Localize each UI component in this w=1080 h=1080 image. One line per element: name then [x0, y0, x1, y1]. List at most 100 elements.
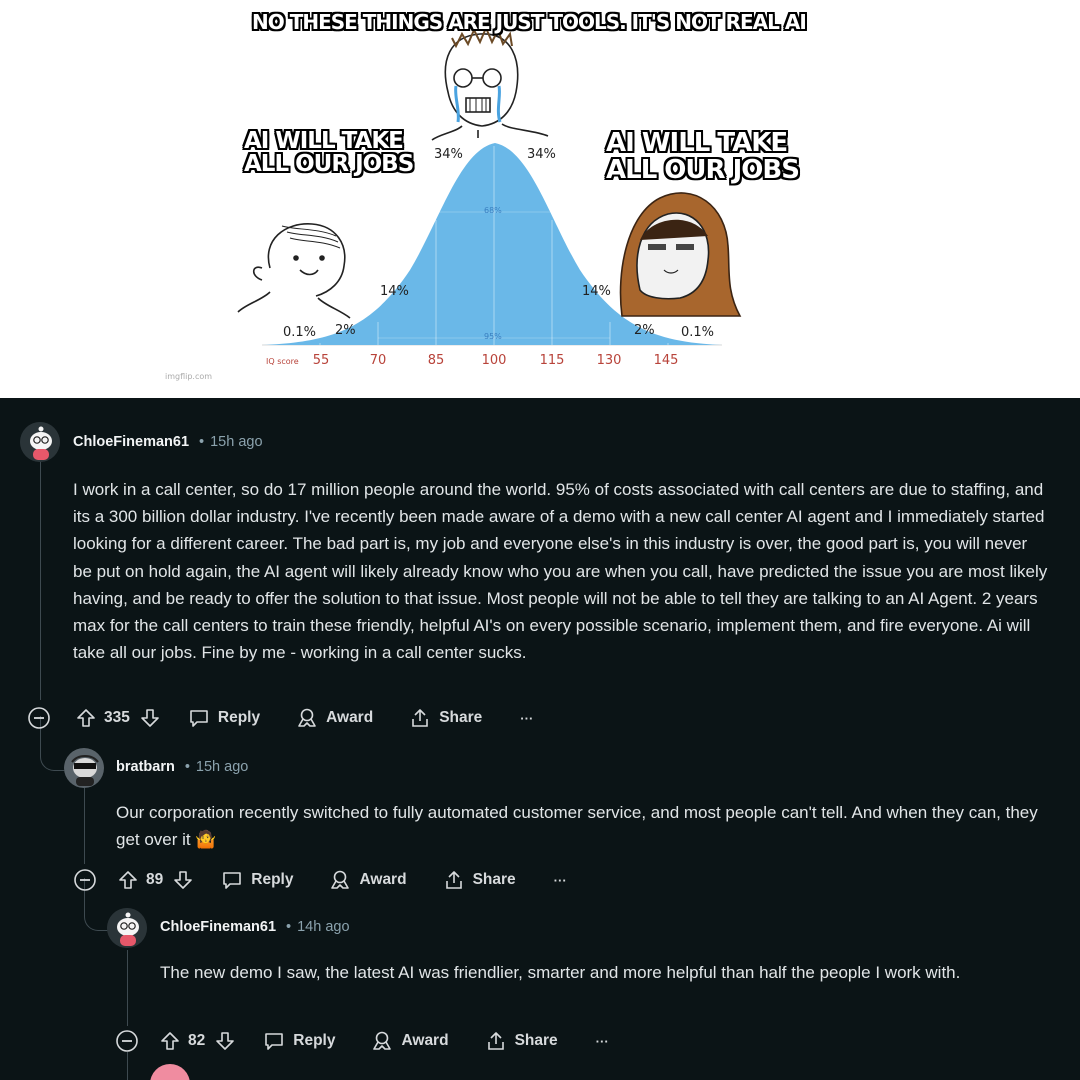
separator-dot: • — [286, 919, 292, 935]
collapse-button[interactable] — [116, 1030, 138, 1052]
reply-label: Reply — [217, 709, 261, 726]
collapse-icon — [28, 707, 50, 729]
upvote-button[interactable] — [160, 1031, 180, 1051]
share-button[interactable]: Share — [443, 869, 516, 891]
author-name[interactable]: ChloeFineman61 — [160, 919, 276, 935]
share-button[interactable]: Share — [409, 707, 482, 729]
avatar[interactable] — [107, 908, 147, 948]
collapse-button[interactable] — [28, 707, 50, 729]
more-options-icon[interactable]: ··· — [554, 873, 567, 888]
comment-thread: ChloeFineman61 • 15h ago I work in a cal… — [0, 398, 1080, 1080]
downvote-button[interactable] — [215, 1031, 235, 1051]
reply-icon — [190, 710, 208, 727]
reply-button[interactable]: Reply — [221, 869, 293, 891]
award-icon — [331, 870, 350, 889]
pct-left-2: 2% — [335, 323, 356, 338]
iq-tick-115: 115 — [539, 353, 565, 368]
watermark: imgflip.com — [165, 372, 213, 381]
iq-tick-145: 145 — [653, 353, 679, 368]
award-button[interactable]: Award — [296, 707, 373, 729]
avatar-snoo-icon — [20, 422, 60, 462]
downvote-button[interactable] — [140, 708, 160, 728]
pct-inner-68: 68% — [484, 206, 502, 215]
avatar-snoo-icon — [64, 748, 104, 788]
author-name[interactable]: bratbarn — [116, 759, 175, 775]
pct-far-right: 0.1% — [681, 325, 715, 340]
downvote-icon — [174, 871, 193, 889]
top-caption: NO THESE THINGS ARE JUST TOOLS. IT'S NOT… — [252, 10, 807, 34]
share-icon — [412, 709, 428, 727]
comment-meta: ChloeFineman61 • 14h ago — [160, 919, 350, 935]
thread-line-level-3-cont — [127, 1052, 128, 1080]
reply-icon — [223, 872, 242, 889]
comment-actions: 335 Reply Award Share ··· — [28, 704, 533, 732]
timestamp[interactable]: 14h ago — [297, 919, 349, 935]
award-label: Award — [401, 1032, 449, 1049]
iq-tick-70: 70 — [369, 353, 387, 368]
downvote-icon — [141, 709, 159, 727]
left-caption: AI WILL TAKE ALL OUR JOBS — [244, 128, 414, 177]
iq-score-label: IQ score — [266, 357, 299, 366]
pct-right-34: 34% — [527, 147, 556, 162]
timestamp[interactable]: 15h ago — [210, 434, 262, 450]
upvote-button[interactable] — [118, 870, 138, 890]
upvote-icon — [161, 1032, 179, 1050]
downvote-button[interactable] — [173, 870, 193, 890]
award-icon — [373, 1031, 392, 1050]
downvote-icon — [216, 1032, 235, 1050]
more-options-icon[interactable]: ··· — [520, 711, 533, 726]
share-icon — [445, 871, 462, 889]
share-button[interactable]: Share — [485, 1030, 558, 1052]
bell-curve-chart — [237, 25, 742, 346]
award-button[interactable]: Award — [371, 1030, 449, 1052]
left-caption-line-1: AI WILL TAKE — [244, 128, 404, 154]
wojak-left-drawing — [237, 223, 351, 319]
award-icon — [298, 708, 316, 727]
thread-line-level-3 — [127, 950, 128, 1026]
award-label: Award — [326, 709, 374, 726]
pct-left-14: 14% — [380, 284, 409, 299]
award-label: Award — [359, 871, 407, 888]
more-options-icon[interactable]: ··· — [596, 1034, 609, 1049]
comment-body: I work in a call center, so do 17 millio… — [73, 480, 1048, 663]
avatar[interactable] — [64, 748, 104, 788]
reply-button[interactable]: Reply — [263, 1030, 335, 1052]
share-label: Share — [439, 709, 483, 726]
share-label: Share — [514, 1032, 558, 1049]
share-label: Share — [472, 871, 516, 888]
comment-actions: 89 Reply Award Share ··· — [74, 866, 567, 894]
iq-tick-55: 55 — [312, 353, 330, 368]
separator-dot: • — [184, 759, 190, 775]
comment-body: Our corporation recently switched to ful… — [116, 803, 1038, 850]
pct-inner-95: 95% — [484, 332, 502, 341]
comment-actions: 82 Reply Award Share ··· — [116, 1027, 609, 1055]
comment-body: The new demo I saw, the latest AI was fr… — [160, 963, 961, 982]
upvote-icon — [119, 871, 137, 889]
wojak-center-drawing — [431, 25, 549, 141]
pct-left-34: 34% — [434, 147, 463, 162]
collapse-button[interactable] — [74, 869, 96, 891]
thread-line-level-2 — [84, 788, 85, 864]
hooded-figure-drawing — [619, 192, 742, 317]
avatar[interactable] — [20, 422, 60, 462]
author-name[interactable]: ChloeFineman61 — [73, 434, 189, 450]
avatar-snoo-icon — [107, 908, 147, 948]
meme-image: NO THESE THINGS ARE JUST TOOLS. IT'S NOT… — [0, 0, 1080, 398]
thread-line-level-1 — [40, 462, 41, 700]
upvote-button[interactable] — [76, 708, 96, 728]
iq-tick-85: 85 — [427, 353, 445, 368]
collapse-icon — [74, 869, 96, 891]
vote-count: 82 — [188, 1032, 206, 1049]
vote-count: 335 — [104, 709, 130, 726]
reply-button[interactable]: Reply — [188, 707, 260, 729]
separator-dot: • — [199, 434, 205, 450]
timestamp[interactable]: 15h ago — [196, 759, 248, 775]
iq-tick-130: 130 — [596, 353, 622, 368]
next-reply-avatar[interactable] — [150, 1064, 190, 1080]
reply-icon — [265, 1033, 284, 1050]
award-button[interactable]: Award — [329, 869, 407, 891]
vote-count: 89 — [146, 871, 164, 888]
right-caption-line-1: AI WILL TAKE — [606, 128, 788, 158]
pct-far-left: 0.1% — [283, 325, 317, 340]
right-caption-line-2: ALL OUR JOBS — [606, 154, 800, 185]
